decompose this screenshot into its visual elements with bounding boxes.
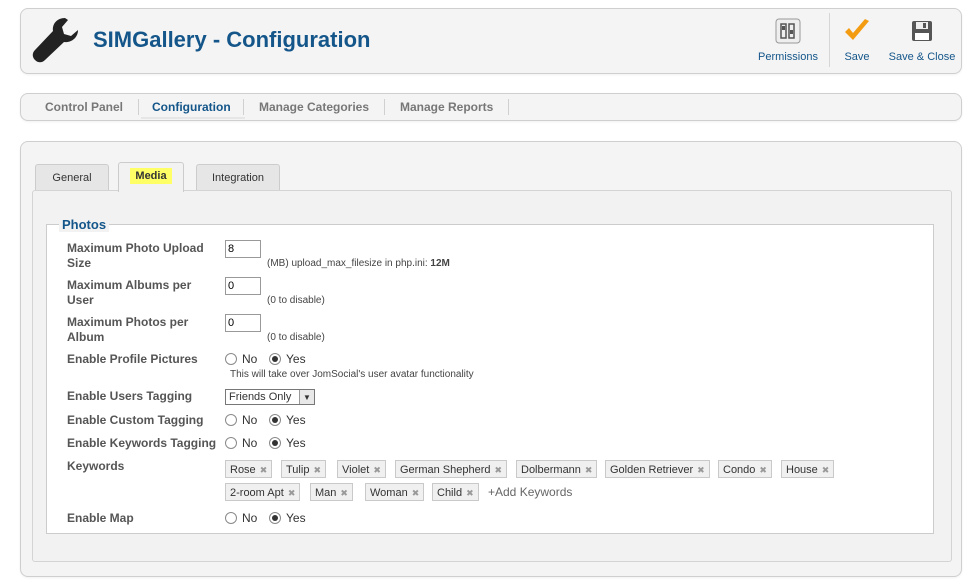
submenu-item-configuration[interactable]: Configuration <box>152 100 231 114</box>
save-close-label: Save & Close <box>888 51 956 63</box>
keywords-tagging-label: Enable Keywords Tagging <box>67 436 217 450</box>
max-photos-label: Maximum Photos per Album <box>67 315 189 344</box>
max-albums-hint: (0 to disable) <box>267 295 325 306</box>
keywords-label: Keywords <box>67 459 125 473</box>
active-item-underline <box>141 117 245 119</box>
submenu-divider <box>138 99 139 115</box>
keyword-tag[interactable]: Child ✖ <box>432 483 479 501</box>
radio-icon <box>225 414 237 426</box>
keyword-tag[interactable]: Rose ✖ <box>225 460 273 478</box>
custom-tagging-label: Enable Custom Tagging <box>67 413 204 427</box>
close-icon[interactable]: ✖ <box>373 465 381 475</box>
submenu: Control Panel Configuration Manage Categ… <box>20 93 962 121</box>
max-albums-input[interactable] <box>225 277 261 295</box>
users-tagging-select[interactable]: Friends Only ▼ <box>225 389 315 405</box>
close-icon[interactable]: ✖ <box>585 465 593 475</box>
checkmark-icon <box>843 17 871 45</box>
radio-icon <box>225 353 237 365</box>
max-photos-hint: (0 to disable) <box>267 332 325 343</box>
keyword-tag[interactable]: House ✖ <box>781 460 835 478</box>
submenu-item-manage-reports[interactable]: Manage Reports <box>400 100 493 114</box>
map-no-radio[interactable]: No <box>225 511 257 525</box>
permissions-button[interactable]: Permissions <box>757 17 819 63</box>
page-header: SIMGallery - Configuration Permissions S… <box>20 8 962 74</box>
wrench-icon <box>31 14 83 66</box>
max-photos-input[interactable] <box>225 314 261 332</box>
keyword-tag[interactable]: Tulip ✖ <box>281 460 326 478</box>
close-icon[interactable]: ✖ <box>340 488 348 498</box>
keyword-tag[interactable]: German Shepherd ✖ <box>395 460 508 478</box>
radio-icon <box>225 437 237 449</box>
custom-tagging-no-radio[interactable]: No <box>225 413 257 427</box>
close-icon[interactable]: ✖ <box>759 465 767 475</box>
max-upload-label: Maximum Photo Upload Size <box>67 241 204 270</box>
keywords-tagging-no-radio[interactable]: No <box>225 436 257 450</box>
close-icon[interactable]: ✖ <box>466 488 474 498</box>
users-tagging-label: Enable Users Tagging <box>67 389 193 403</box>
radio-checked-icon <box>269 512 281 524</box>
tab-media[interactable]: Media <box>118 162 184 192</box>
keyword-tag[interactable]: Man ✖ <box>310 483 353 501</box>
chevron-down-icon: ▼ <box>299 390 314 404</box>
close-icon[interactable]: ✖ <box>412 488 420 498</box>
save-close-button[interactable]: Save & Close <box>887 17 957 63</box>
keyword-tag[interactable]: Violet ✖ <box>337 460 386 478</box>
tab-general[interactable]: General <box>35 164 109 192</box>
profile-pictures-no-radio[interactable]: No <box>225 352 257 366</box>
close-icon[interactable]: ✖ <box>495 465 503 475</box>
map-yes-radio[interactable]: Yes <box>269 511 306 525</box>
submenu-divider <box>243 99 244 115</box>
page-title: SIMGallery - Configuration <box>93 27 371 52</box>
tab-integration[interactable]: Integration <box>196 164 280 192</box>
radio-checked-icon <box>269 353 281 365</box>
floppy-disk-icon <box>908 17 936 45</box>
keyword-tag[interactable]: Dolbermann ✖ <box>516 460 598 478</box>
keyword-tag[interactable]: Golden Retriever ✖ <box>605 460 710 478</box>
close-icon[interactable]: ✖ <box>288 488 296 498</box>
submenu-item-control-panel[interactable]: Control Panel <box>45 100 123 114</box>
profile-pictures-label: Enable Profile Pictures <box>67 352 198 366</box>
submenu-divider <box>384 99 385 115</box>
max-upload-input[interactable] <box>225 240 261 258</box>
profile-pictures-hint: This will take over JomSocial's user ava… <box>230 369 474 380</box>
profile-pictures-yes-radio[interactable]: Yes <box>269 352 306 366</box>
close-icon[interactable]: ✖ <box>697 465 705 475</box>
permissions-label: Permissions <box>758 51 818 63</box>
submenu-item-manage-categories[interactable]: Manage Categories <box>259 100 369 114</box>
keyword-tag[interactable]: 2-room Apt ✖ <box>225 483 301 501</box>
toolbar-divider <box>829 13 830 67</box>
close-icon[interactable]: ✖ <box>313 465 321 475</box>
radio-icon <box>225 512 237 524</box>
photos-legend: Photos <box>59 217 110 232</box>
close-icon[interactable]: ✖ <box>822 465 830 475</box>
submenu-divider <box>508 99 509 115</box>
save-button[interactable]: Save <box>839 17 875 63</box>
keyword-tag[interactable]: Woman ✖ <box>365 483 425 501</box>
max-albums-label: Maximum Albums per User <box>67 278 192 307</box>
radio-checked-icon <box>269 437 281 449</box>
custom-tagging-yes-radio[interactable]: Yes <box>269 413 306 427</box>
radio-checked-icon <box>269 414 281 426</box>
main-panel: General Media Integration Photos Maximum… <box>20 141 962 577</box>
add-keywords-input[interactable]: +Add Keywords <box>488 485 572 499</box>
map-label: Enable Map <box>67 511 134 525</box>
save-label: Save <box>844 51 870 63</box>
close-icon[interactable]: ✖ <box>260 465 268 475</box>
max-upload-hint: (MB) upload_max_filesize in php.ini: 12M <box>267 258 450 269</box>
permissions-icon <box>774 17 802 45</box>
keyword-tag[interactable]: Condo ✖ <box>718 460 772 478</box>
keywords-tagging-yes-radio[interactable]: Yes <box>269 436 306 450</box>
